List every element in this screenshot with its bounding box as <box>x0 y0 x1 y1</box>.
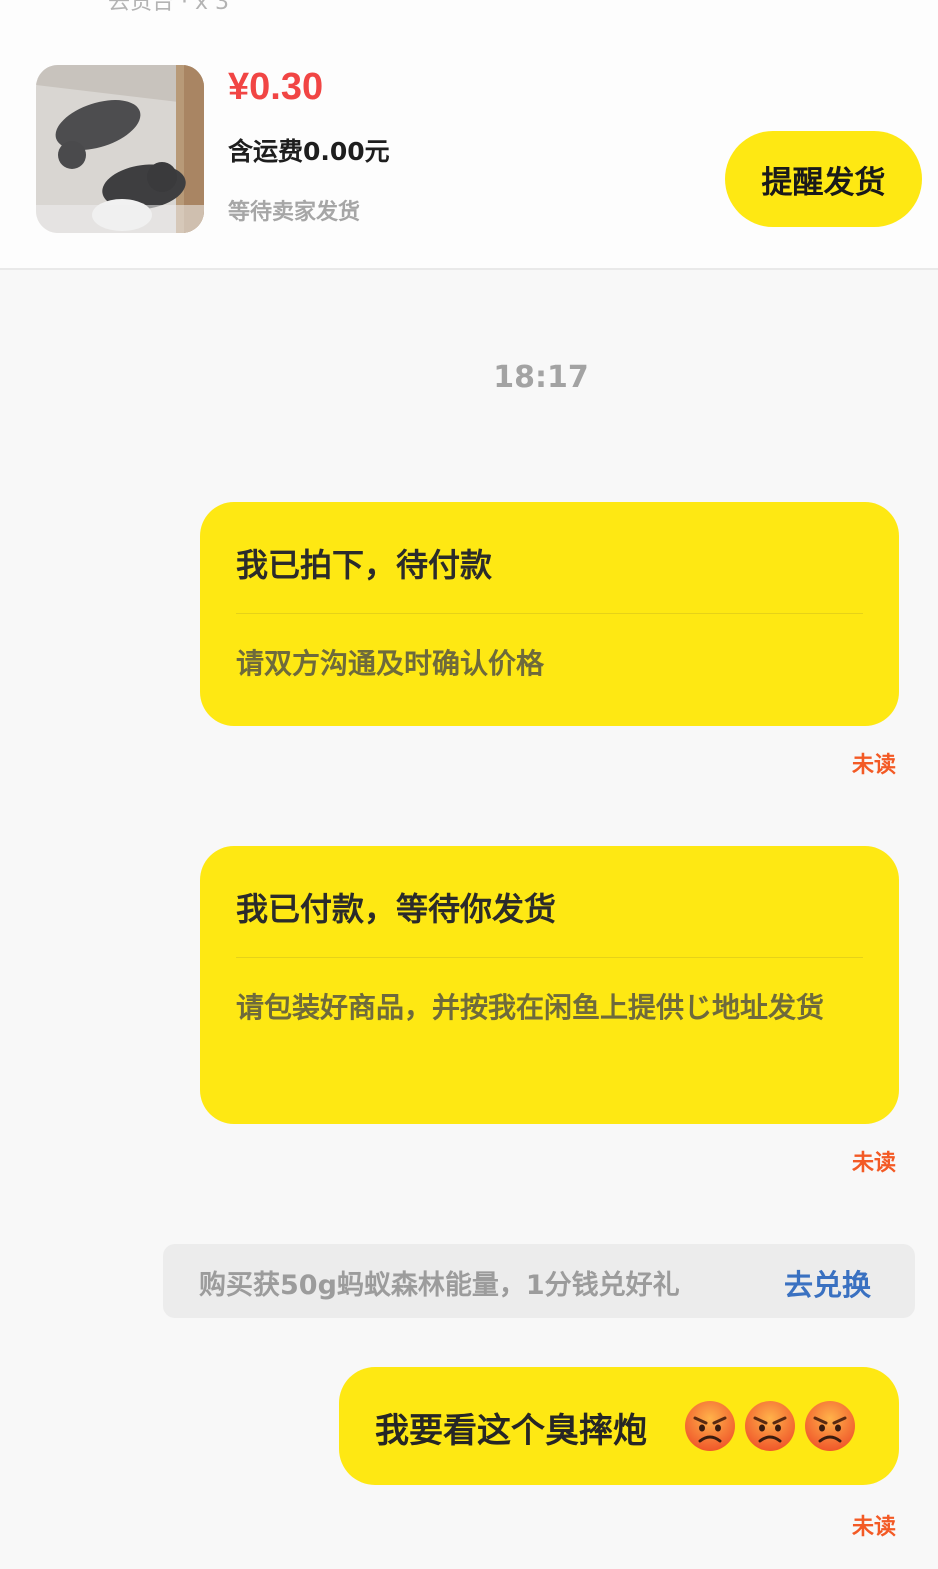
card-divider <box>236 957 863 958</box>
top-cut-text: 去货台 · x 3 <box>108 0 229 15</box>
card-title: 我已拍下，待付款 <box>236 546 493 584</box>
order-card-placed[interactable]: 我已拍下，待付款 请双方沟通及时确认价格 <box>200 502 899 726</box>
chat-screen: 去货台 · x 3 ¥0.30 含运费0.00元 等待卖家发货 提醒发货 18:… <box>0 0 938 1569</box>
unread-label: 未读 <box>851 1515 896 1540</box>
product-thumbnail[interactable] <box>36 65 204 233</box>
angry-face-icon <box>805 1401 855 1451</box>
angry-face-icon <box>685 1401 735 1451</box>
emoji-row <box>683 1399 857 1453</box>
order-status: 等待卖家发货 <box>228 200 361 225</box>
card-divider <box>236 613 863 614</box>
card-title: 我已付款，等待你发货 <box>236 890 557 928</box>
message-bubble[interactable]: 我要看这个臭摔炮 <box>339 1367 899 1485</box>
message-text: 我要看这个臭摔炮 <box>375 1411 647 1451</box>
order-product-header: 去货台 · x 3 ¥0.30 含运费0.00元 等待卖家发货 提醒发货 <box>0 0 938 270</box>
unread-label: 未读 <box>851 1151 896 1176</box>
order-card-paid[interactable]: 我已付款，等待你发货 请包装好商品，并按我在闲鱼上提供じ地址发货 <box>200 846 899 1124</box>
angry-face-icon <box>745 1401 795 1451</box>
cat-photo-image <box>36 65 204 233</box>
card-body: 请双方沟通及时确认价格 <box>236 647 545 680</box>
unread-label: 未读 <box>851 753 896 778</box>
redeem-link[interactable]: 去兑换 <box>784 1262 871 1304</box>
product-price: ¥0.30 <box>228 66 324 108</box>
card-body: 请包装好商品，并按我在闲鱼上提供じ地址发货 <box>236 991 825 1024</box>
shipping-fee: 含运费0.00元 <box>228 137 390 166</box>
remind-ship-button[interactable]: 提醒发货 <box>725 131 922 227</box>
ant-forest-promo: 购买获50g蚂蚁森林能量，1分钱兑好礼 去兑换 <box>163 1244 915 1318</box>
promo-text: 购买获50g蚂蚁森林能量，1分钱兑好礼 <box>199 1270 680 1301</box>
message-timestamp: 18:17 <box>493 360 589 395</box>
